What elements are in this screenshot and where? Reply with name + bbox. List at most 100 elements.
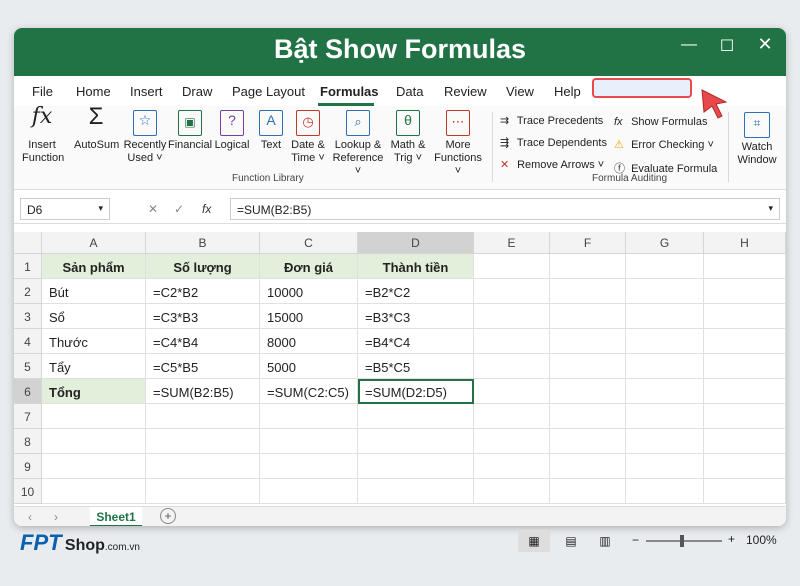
cell[interactable]	[550, 479, 626, 504]
column-header-b[interactable]: B	[146, 232, 260, 254]
row-header[interactable]: 8	[14, 429, 42, 454]
row-header[interactable]: 3	[14, 304, 42, 329]
cell[interactable]	[626, 254, 704, 279]
cell[interactable]	[704, 354, 786, 379]
column-header-g[interactable]: G	[626, 232, 704, 254]
cell[interactable]	[42, 454, 146, 479]
remove-arrows-button[interactable]: ✕ Remove Arrows ˅	[500, 158, 604, 171]
sheet-tab[interactable]: Sheet1	[90, 507, 142, 526]
cell[interactable]: =C5*B5	[146, 354, 260, 379]
cell[interactable]	[358, 404, 474, 429]
cell[interactable]	[704, 379, 786, 404]
recently-used-button[interactable]: ☆ Recently Used ˅	[122, 110, 168, 165]
column-header-f[interactable]: F	[550, 232, 626, 254]
zoom-slider[interactable]	[646, 540, 722, 542]
row-header[interactable]: 9	[14, 454, 42, 479]
cell[interactable]	[550, 304, 626, 329]
cell[interactable]	[42, 429, 146, 454]
cell[interactable]	[474, 429, 550, 454]
financial-button[interactable]: ▣ Financial	[168, 110, 212, 152]
cell[interactable]	[474, 354, 550, 379]
page-layout-view-icon[interactable]: ▤	[560, 530, 582, 552]
minimize-icon[interactable]: —	[674, 36, 704, 54]
cell[interactable]	[550, 454, 626, 479]
column-header-d[interactable]: D	[358, 232, 474, 254]
column-header-h[interactable]: H	[704, 232, 786, 254]
cell[interactable]: Tổng	[42, 379, 146, 404]
cell[interactable]: Sản phẩm	[42, 254, 146, 279]
cell[interactable]	[704, 279, 786, 304]
cell[interactable]: Thước	[42, 329, 146, 354]
cell[interactable]	[260, 479, 358, 504]
menu-insert[interactable]: Insert	[130, 84, 163, 99]
trace-dependents-button[interactable]: ⇶ Trace Dependents	[500, 136, 607, 149]
select-all-corner[interactable]	[14, 232, 42, 254]
enter-icon[interactable]: ✓	[174, 202, 184, 216]
cell[interactable]	[550, 379, 626, 404]
zoom-slider-handle[interactable]	[680, 535, 684, 547]
cancel-icon[interactable]: ✕	[148, 202, 158, 216]
cell[interactable]: =C3*B3	[146, 304, 260, 329]
cell[interactable]	[146, 404, 260, 429]
row-header[interactable]: 7	[14, 404, 42, 429]
normal-view-icon[interactable]: ▦	[518, 530, 550, 552]
cell[interactable]	[550, 404, 626, 429]
cell[interactable]	[704, 254, 786, 279]
cell[interactable]	[626, 354, 704, 379]
maximize-icon[interactable]: ☐	[712, 36, 742, 56]
cell[interactable]: Sổ	[42, 304, 146, 329]
zoom-out-icon[interactable]: −	[632, 533, 639, 547]
row-header[interactable]: 10	[14, 479, 42, 504]
cell[interactable]	[626, 479, 704, 504]
row-header[interactable]: 4	[14, 329, 42, 354]
cell[interactable]	[704, 429, 786, 454]
cell[interactable]	[626, 454, 704, 479]
cell[interactable]: 10000	[260, 279, 358, 304]
cell[interactable]	[704, 479, 786, 504]
cell[interactable]: 5000	[260, 354, 358, 379]
cell[interactable]	[550, 429, 626, 454]
row-header[interactable]: 6	[14, 379, 42, 404]
text-button[interactable]: A Text	[256, 110, 286, 152]
cell[interactable]	[358, 479, 474, 504]
cell[interactable]: 8000	[260, 329, 358, 354]
cell[interactable]: =SUM(C2:C5)	[260, 379, 358, 404]
menu-page-layout[interactable]: Page Layout	[232, 84, 305, 99]
cell[interactable]	[146, 479, 260, 504]
menu-home[interactable]: Home	[76, 84, 111, 99]
cell[interactable]	[42, 479, 146, 504]
column-header-e[interactable]: E	[474, 232, 550, 254]
column-header-a[interactable]: A	[42, 232, 146, 254]
cell[interactable]: =SUM(B2:B5)	[146, 379, 260, 404]
menu-help[interactable]: Help	[554, 84, 581, 99]
cell[interactable]: =SUM(D2:D5)	[358, 379, 474, 404]
cell[interactable]: Tẩy	[42, 354, 146, 379]
cell[interactable]	[474, 254, 550, 279]
cell[interactable]	[146, 429, 260, 454]
cell[interactable]	[474, 404, 550, 429]
trace-precedents-button[interactable]: ⇉ Trace Precedents	[500, 114, 603, 127]
cell[interactable]: =B3*C3	[358, 304, 474, 329]
name-box[interactable]: D6 ▾	[20, 198, 110, 220]
cell[interactable]: =C4*B4	[146, 329, 260, 354]
cell[interactable]	[358, 454, 474, 479]
page-break-view-icon[interactable]: ▥	[594, 530, 616, 552]
cell[interactable]	[626, 429, 704, 454]
cell[interactable]	[260, 404, 358, 429]
cell[interactable]: Số lượng	[146, 254, 260, 279]
cell[interactable]	[626, 279, 704, 304]
cell[interactable]	[704, 329, 786, 354]
cell[interactable]	[260, 454, 358, 479]
row-header[interactable]: 5	[14, 354, 42, 379]
watch-window-button[interactable]: ⌗ Watch Window	[732, 112, 782, 167]
cell[interactable]	[626, 379, 704, 404]
autosum-button[interactable]: Σ AutoSum	[74, 105, 119, 152]
scroll-left-icon[interactable]: ‹	[28, 510, 32, 524]
math-trig-button[interactable]: θ Math & Trig ˅	[390, 110, 426, 165]
logical-button[interactable]: ? Logical	[212, 110, 252, 152]
cell[interactable]	[474, 454, 550, 479]
cell[interactable]	[704, 454, 786, 479]
cell[interactable]	[42, 404, 146, 429]
insert-function-button[interactable]: fx Insert Function	[22, 106, 64, 165]
cell[interactable]	[474, 279, 550, 304]
